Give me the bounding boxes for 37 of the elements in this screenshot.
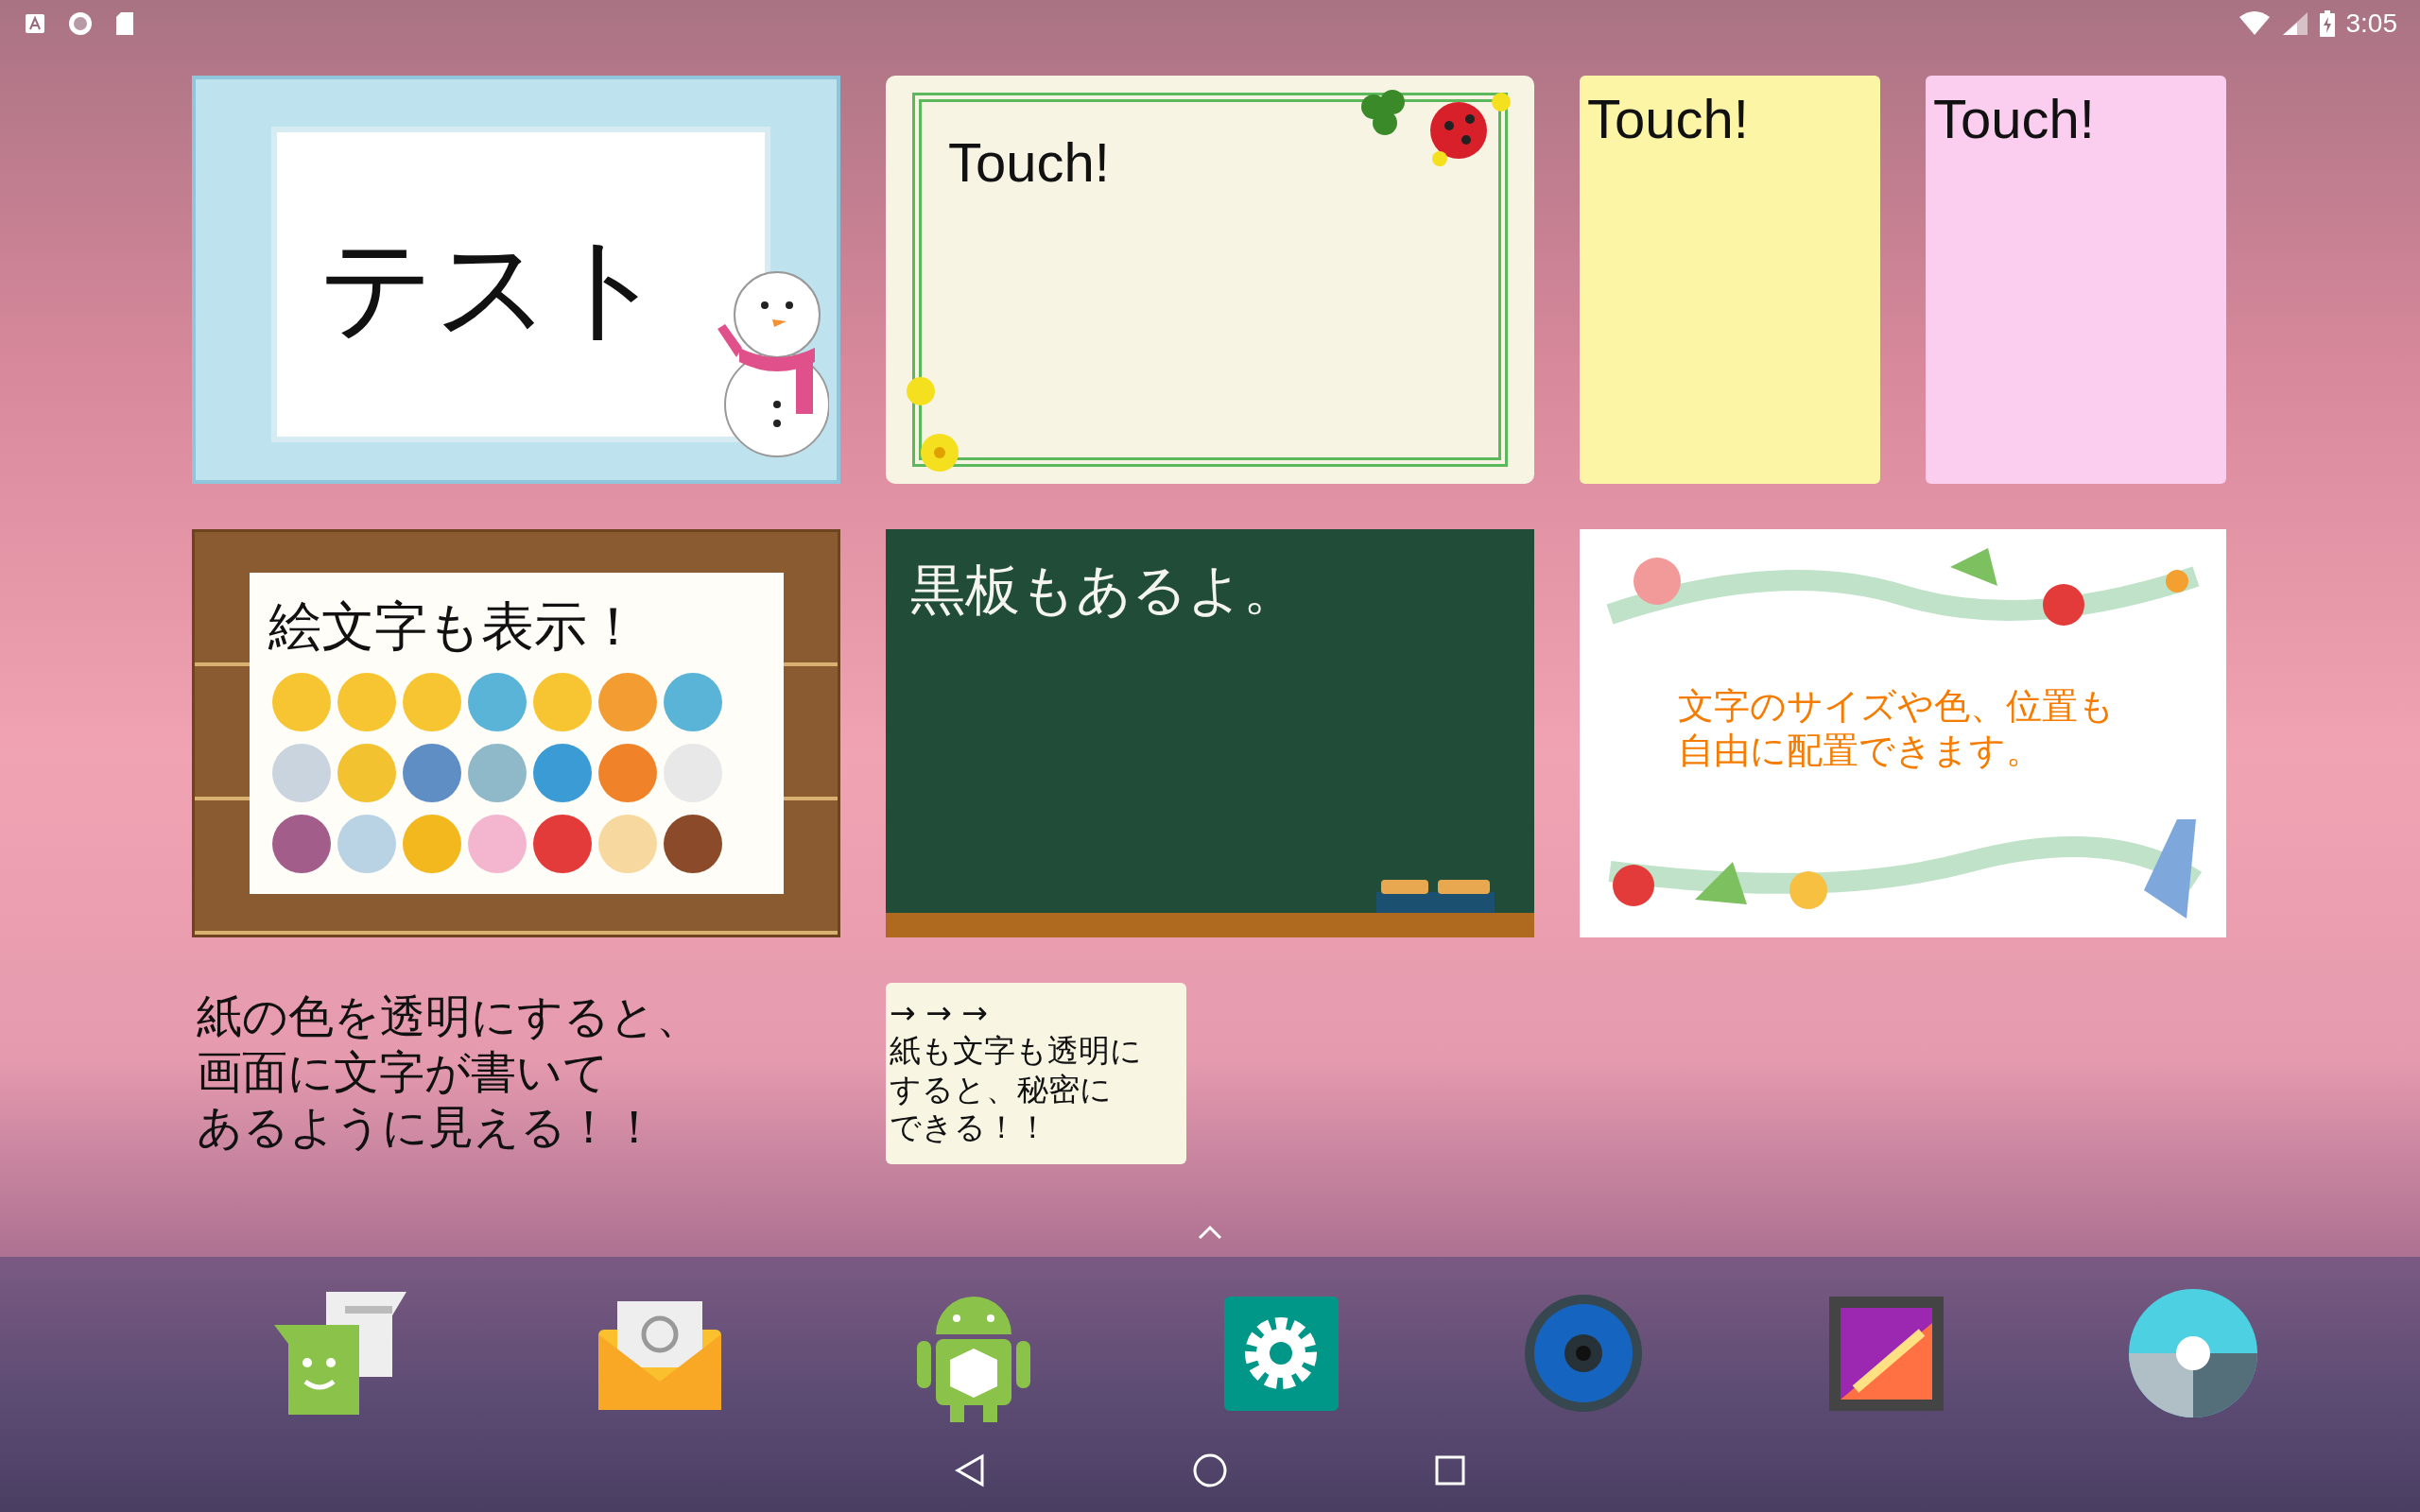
text-line: 画面に文字が書いて [197, 1043, 609, 1100]
shutter-icon[interactable] [2127, 1287, 2259, 1419]
recents-icon[interactable] [1435, 1455, 1465, 1486]
text-line: 紙も文字も透明に [890, 1032, 1142, 1071]
widget-text: 黒板もあるよ。 [910, 558, 1298, 622]
wifi-icon [2238, 11, 2271, 36]
text-line: 自由に配置できます。 [1678, 729, 2042, 773]
widget-text: 絵文字も表示！ [268, 594, 641, 659]
text-line: 紙の色を透明にすると、 [197, 988, 701, 1044]
clover-frame-widget[interactable]: Touch! [886, 76, 1534, 484]
back-icon[interactable] [955, 1453, 985, 1487]
battery-icon [2319, 10, 2335, 37]
circle-icon [68, 11, 93, 36]
text-line: → → → [890, 994, 988, 1033]
text-icon [25, 13, 45, 34]
chalkboard-widget[interactable]: 黒板もあるよ。 [886, 529, 1534, 937]
text-line: あるように見える！！ [197, 1099, 657, 1155]
sticky-note-widget[interactable]: Touch! [1926, 76, 2226, 484]
settings-icon[interactable] [1221, 1294, 1340, 1413]
transparent-widget[interactable]: 紙の色を透明にすると、 画面に文字が書いて あるように見える！！ [192, 983, 840, 1164]
text-line: できる！！ [890, 1108, 1048, 1146]
home-icon[interactable] [1193, 1453, 1227, 1487]
signal-icon [2281, 11, 2308, 36]
sd-card-icon [115, 11, 134, 36]
memo-widget[interactable]: → → → 紙も文字も透明に すると、秘密に できる！！ [886, 983, 1186, 1164]
chevron-up-icon[interactable] [1198, 1225, 1222, 1240]
clock-time: 3:05 [2345, 9, 2397, 39]
widget-text: Touch! [1587, 87, 1749, 150]
text-line: 文字のサイズや色、位置も [1678, 683, 2115, 729]
widget-text: Touch! [1933, 87, 2095, 150]
widget-text: Touch! [948, 130, 1110, 194]
text-line: すると、秘密に [890, 1070, 1112, 1108]
picture-icon[interactable] [1826, 1294, 1945, 1413]
snow-frame-widget[interactable]: テスト [192, 76, 840, 484]
widget-text: テスト [319, 220, 668, 354]
wood-board-widget[interactable]: 絵文字も表示！ [192, 529, 840, 937]
sticky-note-widget[interactable]: Touch! [1580, 76, 1880, 484]
